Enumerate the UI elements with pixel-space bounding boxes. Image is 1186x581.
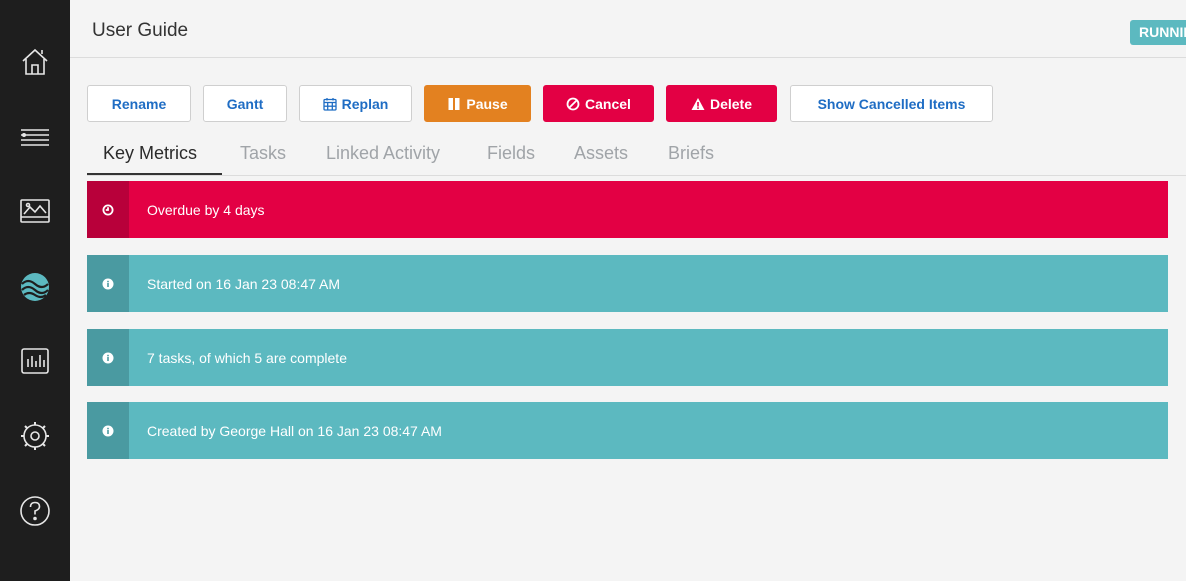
metric-text: Created by George Hall on 16 Jan 23 08:4… [147,422,442,439]
info-icon [102,278,114,289]
sidebar [0,0,70,581]
metric-text: Started on 16 Jan 23 08:47 AM [147,275,341,292]
status-badge: RUNNING [1130,20,1186,45]
sidebar-item-media[interactable] [0,181,70,241]
metric-created: Created by George Hall on 16 Jan 23 08:4… [87,402,1168,459]
calendar-icon [323,97,337,111]
metric-icon-cell [87,402,129,459]
ban-icon [566,97,580,110]
help-icon [20,496,50,526]
rename-label: Rename [111,95,167,112]
metric-overdue: Overdue by 4 days [87,181,1168,238]
tab-bar: Key Metrics Tasks Linked Activity Fields… [87,138,1186,176]
cancel-button[interactable]: Cancel [543,85,654,122]
tab-fields[interactable]: Fields [487,142,535,175]
gantt-label: Gantt [226,95,264,112]
delete-label: Delete [709,95,753,112]
tab-linked-activity[interactable]: Linked Activity [326,142,440,175]
show-cancelled-label: Show Cancelled Items [817,95,966,112]
home-icon [22,48,48,75]
gear-icon [21,422,49,450]
metric-tasks: 7 tasks, of which 5 are complete [87,329,1168,386]
sidebar-item-settings[interactable] [0,406,70,466]
pause-label: Pause [466,95,508,112]
sidebar-item-list[interactable] [0,108,70,168]
tab-briefs[interactable]: Briefs [668,142,714,175]
list-icon [21,129,49,146]
clock-icon [102,204,114,215]
tab-key-metrics[interactable]: Key Metrics [87,142,222,175]
tab-assets[interactable]: Assets [574,142,628,175]
metric-icon-cell [87,329,129,386]
cancel-label: Cancel [585,95,631,112]
delete-button[interactable]: Delete [666,85,777,122]
rename-button[interactable]: Rename [87,85,191,122]
page-title: User Guide [92,20,189,41]
image-icon [20,199,50,223]
metric-icon-cell [87,181,129,238]
metric-icon-cell [87,255,129,312]
metric-text: Overdue by 4 days [147,201,265,218]
metric-text: 7 tasks, of which 5 are complete [147,349,347,366]
pause-icon [448,97,460,110]
replan-button[interactable]: Replan [299,85,412,122]
tab-tasks[interactable]: Tasks [240,142,286,175]
brand-logo-icon [21,273,49,301]
sidebar-item-home[interactable] [0,32,70,92]
chart-icon [21,348,49,374]
info-icon [102,352,114,363]
gantt-button[interactable]: Gantt [203,85,287,122]
sidebar-item-reports[interactable] [0,331,70,391]
sidebar-item-help[interactable] [0,481,70,541]
pause-button[interactable]: Pause [424,85,531,122]
replan-label: Replan [341,95,389,112]
metric-started: Started on 16 Jan 23 08:47 AM [87,255,1168,312]
warning-icon [691,97,705,110]
sidebar-item-brand[interactable] [0,257,70,317]
header: User Guide RUNNING [70,0,1186,58]
show-cancelled-button[interactable]: Show Cancelled Items [790,85,993,122]
info-icon [102,425,114,436]
